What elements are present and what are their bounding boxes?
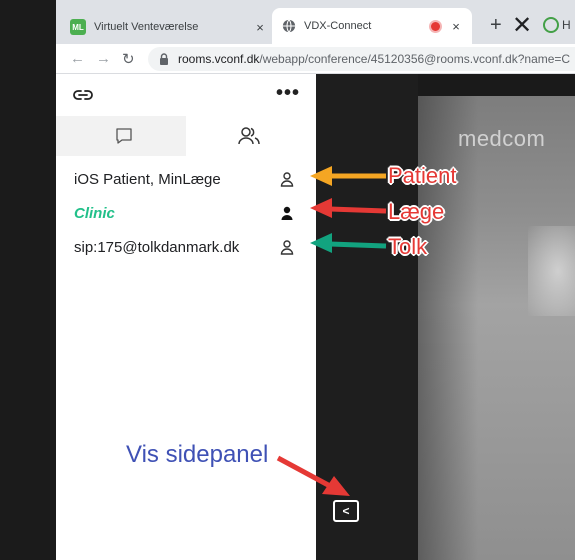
lock-icon: [160, 53, 168, 65]
participant-name: iOS Patient, MinLæge: [74, 170, 221, 188]
tab-close-icon[interactable]: ×: [448, 19, 464, 34]
annotation-vis-sidepanel: Vis sidepanel: [126, 441, 269, 468]
forward-arrow-icon[interactable]: →: [96, 50, 111, 67]
close-window-button[interactable]: ✕: [512, 11, 532, 40]
tab-title: VDX-Connect: [304, 20, 372, 32]
participant-row-patient[interactable]: iOS Patient, MinLæge: [56, 162, 316, 196]
participant-name: Clinic: [74, 204, 115, 222]
annotation-laege: Læge: [388, 199, 445, 224]
url-host: rooms.vconf.dk: [178, 52, 260, 66]
tab-close-icon[interactable]: ×: [252, 20, 268, 35]
globe-icon: [282, 19, 296, 33]
person-outline-icon: [280, 172, 294, 187]
annotation-tolk: Tolk: [388, 234, 428, 259]
ml-favicon-icon: ML: [70, 19, 86, 35]
person-outline-icon: [280, 240, 294, 255]
tab-title: Virtuelt Venteværelse: [94, 21, 199, 33]
link-icon[interactable]: [72, 87, 94, 103]
browser-tab-strip: ML Virtuelt Venteværelse × VDX-Connect ×…: [56, 0, 575, 44]
conference-background: [316, 74, 418, 560]
tab-vdx-connect[interactable]: VDX-Connect ×: [272, 8, 472, 44]
recording-indicator-icon: [431, 21, 440, 31]
sidebar-tabs: [56, 116, 316, 156]
tab-virtuelt-venteværelse[interactable]: ML Virtuelt Venteværelse ×: [64, 12, 276, 42]
annotation-patient: Patient: [388, 163, 457, 188]
back-arrow-icon[interactable]: ←: [70, 50, 85, 67]
left-dark-background: [0, 0, 56, 560]
participant-row-interpreter[interactable]: sip:175@tolkdanmark.dk: [56, 230, 316, 264]
participant-row-clinic[interactable]: Clinic: [56, 196, 316, 230]
people-icon: [238, 127, 260, 145]
reload-icon[interactable]: ↻: [122, 50, 135, 68]
new-tab-button[interactable]: +: [490, 14, 502, 37]
participant-list: iOS Patient, MinLæge Clinic sip:175@tolk…: [56, 156, 316, 264]
more-options-icon[interactable]: •••: [276, 82, 300, 105]
person-filled-icon: [281, 206, 293, 220]
sidebar-header: •••: [56, 74, 316, 116]
participant-name: sip:175@tolkdanmark.dk: [74, 238, 240, 256]
tab-partial[interactable]: H: [543, 17, 571, 33]
partial-tab-letter: H: [562, 18, 571, 32]
address-bar: ← → ↻ rooms.vconf.dk/webapp/conference/4…: [56, 44, 575, 74]
participants-sidebar: ••• iOS Patient, MinLæge Clinic sip:175@…: [56, 74, 316, 560]
video-highlight: [528, 226, 575, 316]
url-path: /webapp/conference/45120356@rooms.vconf.…: [259, 52, 571, 66]
chat-tab-icon[interactable]: [114, 126, 134, 146]
participants-tab[interactable]: [186, 116, 316, 156]
partial-favicon-icon: [543, 17, 559, 33]
video-brand-text: medcom: [458, 126, 546, 151]
url-input[interactable]: rooms.vconf.dk/webapp/conference/4512035…: [148, 47, 575, 71]
show-sidepanel-button[interactable]: <: [333, 500, 359, 522]
